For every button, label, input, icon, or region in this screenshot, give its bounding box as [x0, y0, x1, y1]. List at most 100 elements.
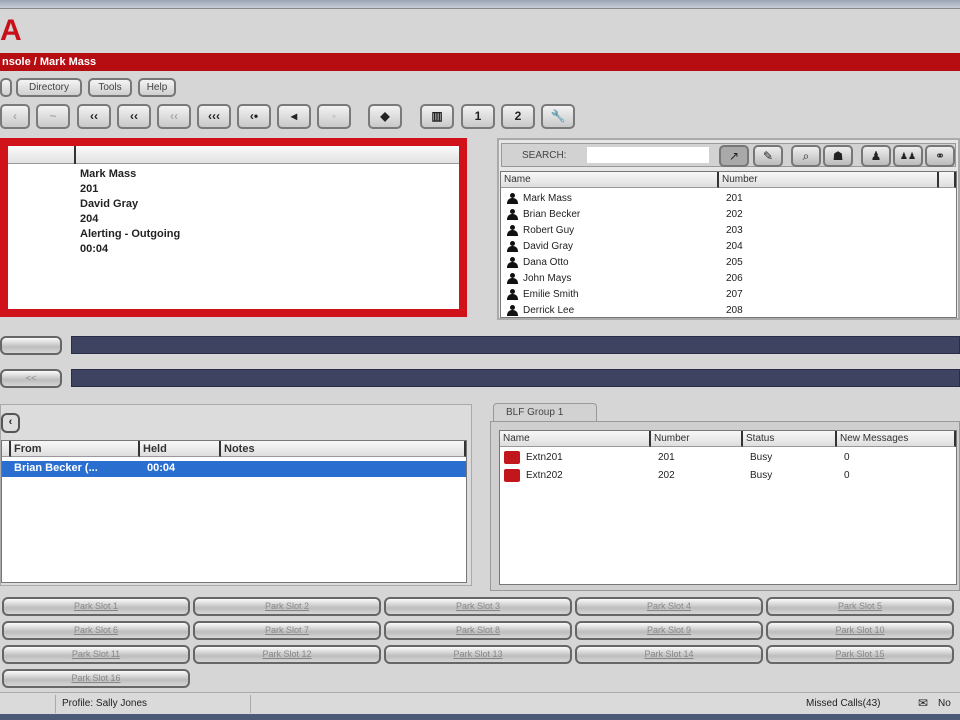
bar-button-2[interactable]: << — [0, 369, 62, 388]
park-slot-13[interactable]: Park Slot 13 — [384, 645, 572, 664]
blf-status: Busy — [750, 452, 773, 463]
back-icon[interactable]: ‹ — [0, 104, 30, 129]
line2-icon[interactable]: 2 — [501, 104, 535, 129]
directory-row[interactable]: Emilie Smith 207 — [501, 287, 956, 303]
directory-row[interactable]: Derrick Lee 208 — [501, 303, 956, 319]
contact-number: 206 — [726, 273, 743, 284]
status-bar-1 — [71, 336, 960, 354]
search-directory-icon[interactable]: ⌕ — [791, 145, 821, 167]
park-slot-16[interactable]: Park Slot 16 — [2, 669, 190, 688]
directory-row[interactable]: David Gray 204 — [501, 239, 956, 255]
person-icon — [507, 193, 518, 204]
column-header-number[interactable]: Number — [719, 172, 939, 188]
link-icon[interactable]: ⚭ — [925, 145, 955, 167]
park-slot-9[interactable]: Park Slot 9 — [575, 621, 763, 640]
person-icon — [507, 289, 518, 300]
contact-name: Derrick Lee — [523, 305, 575, 316]
park-slot-6[interactable]: Park Slot 6 — [2, 621, 190, 640]
menu-help[interactable]: Help — [138, 78, 176, 97]
park-slot-3[interactable]: Park Slot 3 — [384, 597, 572, 616]
column-header-icon[interactable] — [2, 441, 11, 457]
contact-name: John Mays — [523, 273, 572, 284]
column-header-name[interactable]: Name — [501, 172, 719, 188]
park-slot-7[interactable]: Park Slot 7 — [193, 621, 381, 640]
contact-name: Emilie Smith — [523, 289, 579, 300]
dial-icon[interactable]: ↗ — [719, 145, 749, 167]
blf-status: Busy — [750, 470, 773, 481]
park-slot-14[interactable]: Park Slot 14 — [575, 645, 763, 664]
park-slot-2[interactable]: Park Slot 2 — [193, 597, 381, 616]
voicemail-icon: ✉ — [918, 696, 929, 710]
search-people-icon[interactable]: ☗ — [823, 145, 853, 167]
held-from: Brian Becker (... — [14, 462, 98, 474]
drop-icon[interactable]: ~ — [36, 104, 70, 129]
phone-busy-icon — [504, 469, 520, 482]
column-header-extra[interactable] — [939, 172, 956, 188]
park-slot-15[interactable]: Park Slot 15 — [766, 645, 954, 664]
bar-button-1[interactable] — [0, 336, 62, 355]
menu-tools[interactable]: Tools — [88, 78, 132, 97]
navigate-icon[interactable]: ◆ — [368, 104, 402, 129]
park-slot-4[interactable]: Park Slot 4 — [575, 597, 763, 616]
menu-file[interactable] — [0, 78, 12, 97]
call-state: Alerting - Outgoing — [80, 228, 181, 240]
phone-busy-icon — [504, 451, 520, 464]
contact-number: 201 — [726, 193, 743, 204]
search-input[interactable] — [587, 147, 709, 163]
mute-icon[interactable]: ◦ — [317, 104, 351, 129]
user-icon[interactable]: ♟ — [861, 145, 891, 167]
retrieve-icon[interactable]: ‹ — [1, 413, 20, 433]
tab-blf-group-1[interactable]: BLF Group 1 — [493, 403, 597, 422]
park-slot-10[interactable]: Park Slot 10 — [766, 621, 954, 640]
contact-number: 202 — [726, 209, 743, 220]
transfer-disabled-icon[interactable]: ‹‹ — [157, 104, 191, 129]
caller-number: 201 — [80, 183, 99, 195]
directory-row[interactable]: Robert Guy 203 — [501, 223, 956, 239]
directory-row[interactable]: Mark Mass 201 — [501, 191, 956, 207]
status-bar: Profile: Sally Jones Missed Calls(43) ✉ … — [0, 692, 960, 714]
park-slot-11[interactable]: Park Slot 11 — [2, 645, 190, 664]
column-header-held[interactable]: Held — [140, 441, 221, 457]
contact-name: Robert Guy — [523, 225, 575, 236]
column-header-name[interactable]: Name — [500, 431, 651, 447]
held-call-row[interactable]: Brian Becker (... 00:04 — [2, 461, 466, 477]
column-header-status[interactable]: Status — [743, 431, 837, 447]
transfer-alt-icon[interactable]: ‹‹ — [117, 104, 151, 129]
call-duration: 00:04 — [80, 243, 109, 255]
park-slot-12[interactable]: Park Slot 12 — [193, 645, 381, 664]
person-icon — [507, 225, 518, 236]
park-slot-8[interactable]: Park Slot 8 — [384, 621, 572, 640]
transfer-icon[interactable]: ‹‹ — [77, 104, 111, 129]
directory-row[interactable]: Brian Becker 202 — [501, 207, 956, 223]
title-bar: nsole / Mark Mass — [0, 53, 960, 71]
contact-name: David Gray — [523, 241, 574, 252]
column-header-number[interactable]: Number — [651, 431, 743, 447]
hold-icon[interactable]: ‹• — [237, 104, 271, 129]
park-slot-5[interactable]: Park Slot 5 — [766, 597, 954, 616]
conference-icon[interactable]: ‹‹‹ — [197, 104, 231, 129]
directory-row[interactable]: John Mays 206 — [501, 271, 956, 287]
missed-calls[interactable]: Missed Calls(43) — [806, 698, 880, 709]
contact-number: 208 — [726, 305, 743, 316]
line1-icon[interactable]: 1 — [461, 104, 495, 129]
callee-name: David Gray — [80, 198, 139, 210]
tools-icon[interactable]: 🔧 — [541, 104, 575, 129]
edit-icon[interactable]: ✎ — [753, 145, 783, 167]
person-icon — [507, 209, 518, 220]
blf-name: Extn201 — [526, 452, 563, 463]
speaker-icon[interactable]: ◂ — [277, 104, 311, 129]
column-header-from[interactable]: From — [11, 441, 140, 457]
park-slot-1[interactable]: Park Slot 1 — [2, 597, 190, 616]
keypad-icon[interactable]: ▥ — [420, 104, 454, 129]
group-icon[interactable]: ♟♟ — [893, 145, 923, 167]
person-icon — [507, 273, 518, 284]
directory-row[interactable]: Dana Otto 205 — [501, 255, 956, 271]
contact-number: 203 — [726, 225, 743, 236]
blf-row[interactable]: Extn202 202 Busy 0 — [500, 468, 956, 484]
column-header-notes[interactable]: Notes — [221, 441, 466, 457]
column-header-new-messages[interactable]: New Messages — [837, 431, 956, 447]
window-bottom-strip — [0, 714, 960, 720]
blf-row[interactable]: Extn201 201 Busy 0 — [500, 450, 956, 466]
voicemail-status: No — [938, 698, 951, 709]
menu-directory[interactable]: Directory — [16, 78, 82, 97]
